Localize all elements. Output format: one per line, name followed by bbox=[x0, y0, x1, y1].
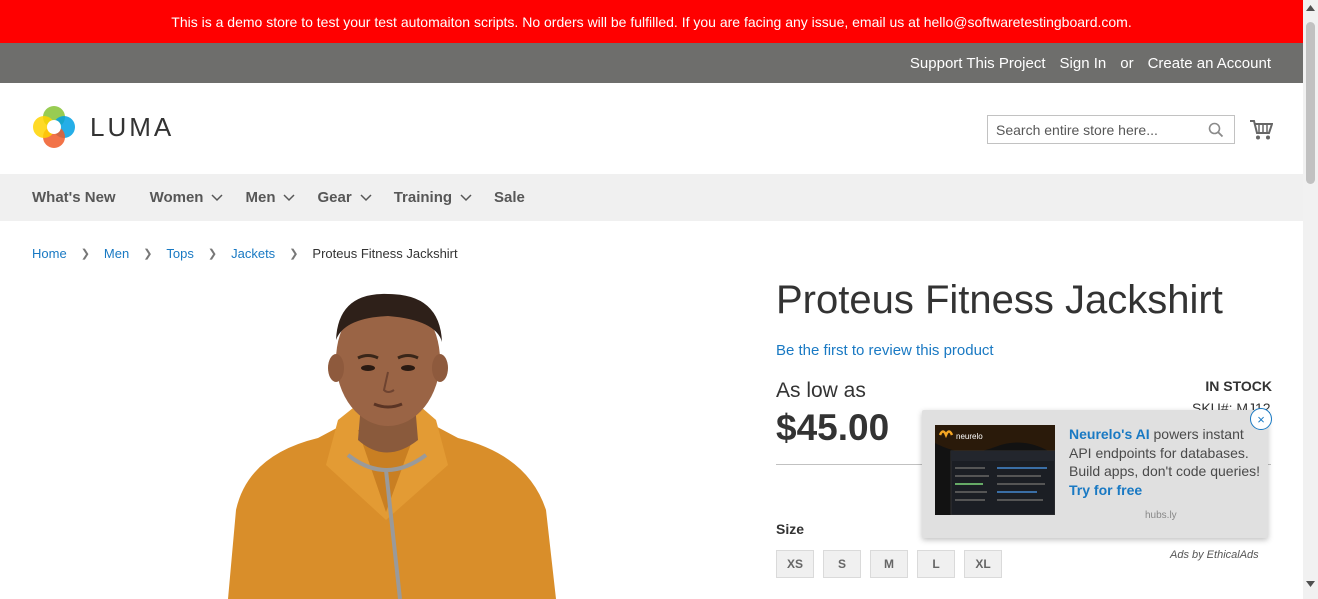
svg-text:neurelo: neurelo bbox=[956, 432, 983, 441]
ethical-ad[interactable]: neurelo Neurelo's AI powers instant API … bbox=[922, 410, 1268, 538]
product-price: $45.00 bbox=[776, 407, 890, 448]
ad-source: hubs.ly bbox=[1145, 510, 1177, 521]
nav-label: Sale bbox=[494, 189, 525, 206]
ads-by-label[interactable]: Ads by EthicalAds bbox=[1170, 549, 1259, 561]
nav-label: What's New bbox=[32, 189, 116, 206]
create-account-link[interactable]: Create an Account bbox=[1148, 55, 1271, 72]
scrollbar-thumb[interactable] bbox=[1306, 22, 1315, 184]
size-label: Size bbox=[776, 521, 805, 537]
nav-label: Women bbox=[149, 189, 204, 206]
ad-text[interactable]: Neurelo's AI powers instant API endpoint… bbox=[1069, 425, 1261, 499]
site-header: LUMA bbox=[0, 83, 1303, 174]
close-icon[interactable]: × bbox=[1250, 408, 1272, 430]
cart-icon[interactable] bbox=[1249, 119, 1273, 141]
nav-label: Gear bbox=[317, 189, 352, 206]
as-low-as-label: As low as bbox=[776, 379, 866, 402]
main-navigation: What's New Women Men Gear Training Sale bbox=[0, 174, 1303, 221]
nav-item-women[interactable]: Women bbox=[150, 189, 224, 206]
nav-item-training[interactable]: Training bbox=[394, 189, 472, 206]
chevron-down-icon bbox=[360, 193, 372, 201]
page-scrollbar[interactable] bbox=[1303, 0, 1318, 599]
stock-status: IN STOCK bbox=[1205, 378, 1272, 394]
search-input[interactable] bbox=[988, 116, 1214, 143]
nav-item-sale[interactable]: Sale bbox=[494, 189, 525, 206]
banner-text: This is a demo store to test your test a… bbox=[171, 13, 1132, 30]
breadcrumb-jackets[interactable]: Jackets bbox=[231, 246, 275, 261]
ad-screenshot-illustration: neurelo bbox=[935, 425, 1055, 515]
logo[interactable]: LUMA bbox=[32, 105, 174, 149]
search-box[interactable] bbox=[987, 115, 1235, 144]
support-project-link[interactable]: Support This Project bbox=[910, 55, 1046, 72]
nav-item-gear[interactable]: Gear bbox=[317, 189, 372, 206]
chevron-right-icon: ❯ bbox=[289, 248, 299, 260]
breadcrumb: Home ❯ Men ❯ Tops ❯ Jackets ❯ Proteus Fi… bbox=[32, 246, 458, 261]
scroll-down-icon[interactable] bbox=[1306, 581, 1315, 588]
size-options: XS S M L XL bbox=[776, 550, 1011, 578]
breadcrumb-men[interactable]: Men bbox=[104, 246, 129, 261]
chevron-down-icon bbox=[283, 193, 296, 201]
luma-logo-icon bbox=[33, 106, 75, 148]
size-option-xl[interactable]: XL bbox=[964, 550, 1002, 578]
sign-in-link[interactable]: Sign In bbox=[1060, 55, 1107, 72]
scroll-up-icon[interactable] bbox=[1306, 4, 1315, 11]
nav-label: Training bbox=[393, 189, 453, 206]
or-text: or bbox=[1120, 54, 1134, 72]
chevron-down-icon bbox=[460, 193, 472, 201]
size-option-m[interactable]: M bbox=[870, 550, 908, 578]
chevron-right-icon: ❯ bbox=[207, 248, 218, 260]
chevron-down-icon bbox=[211, 193, 224, 201]
product-image[interactable] bbox=[208, 280, 568, 599]
product-photo-illustration bbox=[228, 293, 556, 599]
size-option-xs[interactable]: XS bbox=[776, 550, 814, 578]
breadcrumb-home[interactable]: Home bbox=[32, 246, 67, 261]
size-option-s[interactable]: S bbox=[823, 550, 861, 578]
header-top-bar: Support This Project Sign In or Create a… bbox=[0, 43, 1303, 83]
nav-item-whats-new[interactable]: What's New bbox=[32, 189, 116, 206]
product-title: Proteus Fitness Jackshirt bbox=[776, 278, 1223, 322]
ad-cta[interactable]: Try for free bbox=[1069, 482, 1142, 498]
size-option-l[interactable]: L bbox=[917, 550, 955, 578]
ad-image[interactable]: neurelo bbox=[935, 425, 1055, 515]
breadcrumb-tops[interactable]: Tops bbox=[166, 246, 193, 261]
demo-store-banner: This is a demo store to test your test a… bbox=[0, 0, 1303, 43]
breadcrumb-current: Proteus Fitness Jackshirt bbox=[312, 246, 458, 261]
review-link[interactable]: Be the first to review this product bbox=[776, 342, 994, 359]
nav-label: Men bbox=[245, 189, 276, 206]
chevron-right-icon: ❯ bbox=[80, 248, 90, 260]
brand-name: LUMA bbox=[90, 111, 175, 142]
nav-item-men[interactable]: Men bbox=[245, 189, 296, 206]
ad-brand[interactable]: Neurelo's AI bbox=[1069, 426, 1150, 442]
chevron-right-icon: ❯ bbox=[143, 248, 153, 260]
search-icon[interactable] bbox=[1208, 122, 1224, 138]
